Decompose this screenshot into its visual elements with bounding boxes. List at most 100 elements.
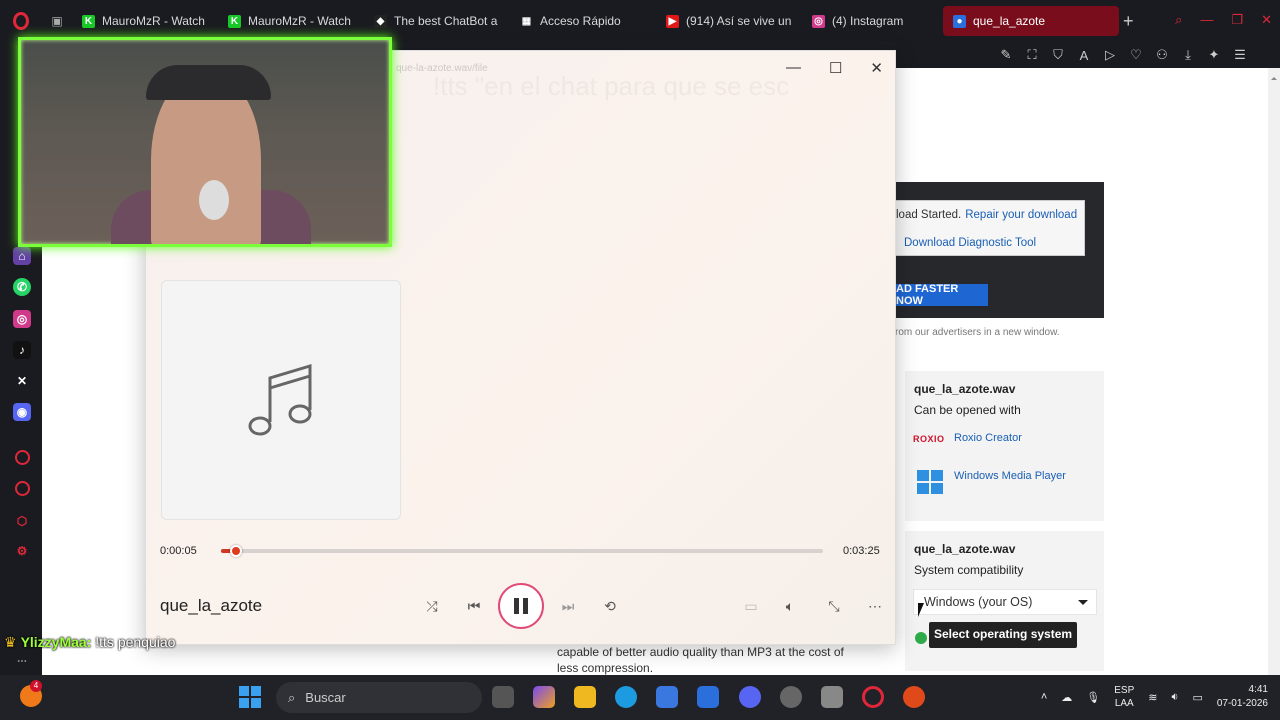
elapsed-time: 0:00:05 bbox=[160, 545, 197, 557]
opera-logo-icon[interactable] bbox=[0, 0, 42, 42]
discord-icon[interactable] bbox=[739, 686, 761, 708]
tab-3[interactable]: ▦ Acceso Rápido bbox=[510, 6, 652, 36]
language-indicator[interactable]: ESP LAA bbox=[1114, 684, 1134, 710]
obs-icon[interactable] bbox=[780, 686, 802, 708]
chevron-up-icon[interactable]: ˄ bbox=[1041, 691, 1047, 703]
mic-icon[interactable]: 🎙︎ bbox=[1086, 691, 1100, 704]
tab-label: (4) Instagram bbox=[832, 14, 904, 28]
clock-date: 07-01-2026 bbox=[1216, 698, 1268, 709]
previous-icon[interactable]: ⏮ bbox=[462, 594, 486, 618]
minimize-icon[interactable]: — bbox=[1200, 12, 1213, 28]
chat-username: YlizzyMaa: bbox=[20, 634, 92, 650]
maximize-icon[interactable]: ❐ bbox=[1231, 12, 1243, 28]
shuffle-icon[interactable]: ⤮ bbox=[420, 594, 444, 618]
minimize-icon[interactable]: — bbox=[786, 59, 801, 77]
new-tab-button[interactable]: + bbox=[1123, 11, 1134, 32]
edge-icon[interactable] bbox=[615, 686, 637, 708]
wifi-icon[interactable]: ≋ bbox=[1148, 691, 1157, 704]
pause-button[interactable] bbox=[498, 583, 544, 629]
more-options-icon[interactable]: ⋯ bbox=[863, 594, 887, 618]
translate-icon[interactable]: A bbox=[1077, 48, 1091, 63]
more-icon[interactable]: ⋯ bbox=[13, 652, 31, 670]
store-icon[interactable] bbox=[656, 686, 678, 708]
close-icon[interactable]: ✕ bbox=[870, 59, 883, 77]
cloud-icon[interactable]: ☁ bbox=[1061, 691, 1072, 704]
shield-icon[interactable]: ⛉ bbox=[1051, 47, 1065, 63]
twitch-icon[interactable]: ⌂ bbox=[13, 247, 31, 265]
heart-icon[interactable]: ♡ bbox=[1129, 47, 1143, 63]
ai-icon[interactable]: ✦ bbox=[1207, 47, 1221, 63]
seek-bar[interactable] bbox=[221, 545, 823, 557]
repair-download-link[interactable]: Repair your download bbox=[965, 209, 1077, 221]
webcam-overlay bbox=[18, 37, 392, 247]
tab-0[interactable]: K MauroMzR - Watch bbox=[72, 6, 214, 36]
menu-icon[interactable]: ☰ bbox=[1233, 47, 1247, 63]
tab-list: K MauroMzR - Watch K MauroMzR - Watch ◆ The b… bbox=[72, 6, 1119, 36]
captions-icon[interactable]: ▭ bbox=[739, 594, 763, 618]
volume-icon[interactable]: 🔉︎ bbox=[1172, 691, 1179, 704]
tab-2[interactable]: ◆ The best ChatBot a bbox=[364, 6, 506, 36]
settings-icon[interactable]: ⚙ bbox=[13, 542, 31, 560]
next-icon[interactable]: ⏭ bbox=[556, 594, 580, 618]
whatsapp-icon[interactable]: ✆ bbox=[13, 278, 31, 296]
windows-logo-icon bbox=[917, 470, 943, 494]
start-button[interactable] bbox=[239, 686, 261, 708]
download-faster-button[interactable]: AD FASTER NOW bbox=[895, 283, 988, 307]
volume-icon[interactable]: 🔈︎ bbox=[778, 594, 802, 618]
format-description: capable of better audio quality than MP3… bbox=[557, 645, 844, 675]
file-explorer-icon[interactable] bbox=[574, 686, 596, 708]
instagram-icon[interactable]: ◎ bbox=[13, 310, 31, 328]
windows-media-player-link[interactable]: Windows Media Player bbox=[954, 470, 1066, 482]
x-icon[interactable]: ✕ bbox=[13, 372, 31, 390]
pin-icon[interactable]: ✎ bbox=[999, 47, 1013, 63]
tab-favicon-icon: K bbox=[228, 14, 241, 28]
tab-6[interactable]: ● que_la_azote bbox=[943, 6, 1119, 36]
total-time: 0:03:25 bbox=[843, 545, 880, 557]
tab-5[interactable]: ◎ (4) Instagram bbox=[802, 6, 939, 36]
diagnostic-tool-link[interactable]: Download Diagnostic Tool bbox=[904, 237, 1036, 249]
clock-time: 4:41 bbox=[1248, 684, 1268, 695]
media-player-icon[interactable] bbox=[903, 686, 925, 708]
workspaces-icon[interactable]: ▣ bbox=[42, 14, 72, 28]
roxio-creator-link[interactable]: Roxio Creator bbox=[954, 432, 1022, 444]
task-view-icon[interactable] bbox=[492, 686, 514, 708]
taskbar-search[interactable]: ⌕ Buscar bbox=[276, 682, 482, 713]
clock[interactable]: 4:41 07-01-2026 bbox=[1217, 683, 1268, 711]
settings-icon[interactable] bbox=[821, 686, 843, 708]
extensions-icon[interactable]: ⬡ bbox=[13, 512, 31, 530]
tab-1[interactable]: K MauroMzR - Watch bbox=[218, 6, 360, 36]
roxio-logo-icon: ROXIO bbox=[913, 434, 945, 444]
close-icon[interactable]: ✕ bbox=[1261, 12, 1272, 28]
tab-favicon-icon: ◎ bbox=[812, 14, 825, 28]
snapshot-icon[interactable]: ⛶ bbox=[1025, 47, 1039, 63]
maximize-icon[interactable]: ☐ bbox=[829, 59, 842, 77]
chat-message: ♛ YlizzyMaa: !tts penquiao bbox=[4, 634, 175, 651]
tab-4[interactable]: ▶ (914) Así se vive un bbox=[656, 6, 798, 36]
battery-icon[interactable]: ▭ bbox=[1192, 691, 1202, 704]
compatibility-card: que_la_azote.wav System compatibility Wi… bbox=[905, 531, 1104, 671]
page-scrollbar[interactable] bbox=[1268, 68, 1280, 675]
download-icon[interactable]: ⤓ bbox=[1181, 47, 1195, 63]
seek-thumb[interactable] bbox=[230, 545, 243, 557]
discord-icon[interactable]: ◉ bbox=[13, 403, 31, 421]
opera-icon[interactable] bbox=[862, 686, 884, 708]
tab-label: MauroMzR - Watch bbox=[248, 14, 351, 28]
tab-label: (914) Así se vive un bbox=[686, 14, 792, 28]
tiktok-icon[interactable]: ♪ bbox=[13, 341, 31, 359]
tab-label: The best ChatBot a bbox=[394, 14, 498, 28]
history-icon[interactable] bbox=[15, 481, 30, 496]
play-icon[interactable]: ▷ bbox=[1103, 47, 1117, 63]
account-icon[interactable]: ⚇ bbox=[1155, 47, 1169, 63]
miniplayer-icon[interactable]: ⤡ bbox=[822, 594, 846, 618]
os-tooltip: Select operating system bbox=[929, 622, 1078, 648]
download-started-text: load Started. bbox=[896, 209, 962, 221]
opened-with-label: Can be opened with bbox=[914, 403, 1021, 417]
player-icon[interactable] bbox=[15, 450, 30, 465]
outlook-icon[interactable] bbox=[697, 686, 719, 708]
repeat-icon[interactable]: ⟲ bbox=[598, 594, 622, 618]
copilot-icon[interactable] bbox=[533, 686, 555, 708]
webcam-cap bbox=[146, 65, 271, 100]
browser-tab-bar: ▣ K MauroMzR - Watch K MauroMzR - Watch ◆ The… bbox=[0, 0, 1280, 42]
os-select[interactable]: Windows (your OS) bbox=[913, 589, 1097, 615]
search-icon[interactable]: ⌕ bbox=[1175, 12, 1182, 28]
